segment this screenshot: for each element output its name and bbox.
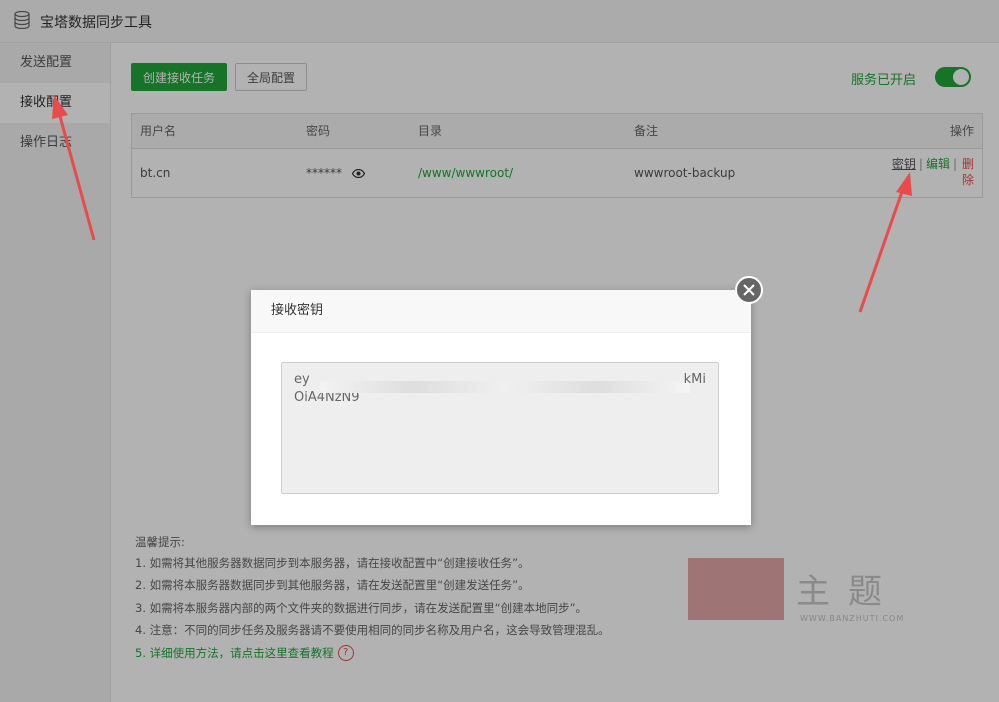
key-end: kMi [683,372,706,387]
key-textarea[interactable]: ey kMi OiA4NzN9 [281,362,719,494]
receive-key-modal: 接收密钥 ey kMi OiA4NzN9 [251,276,763,525]
key-start: ey [294,372,310,387]
key-line-1: ey kMi [294,371,706,393]
close-icon [743,284,755,296]
annotation-arrow-key [858,172,912,313]
annotation-arrow-sidebar [52,95,96,241]
modal-title: 接收密钥 [251,290,751,333]
close-button[interactable] [735,276,763,304]
redacted-key [320,381,690,393]
